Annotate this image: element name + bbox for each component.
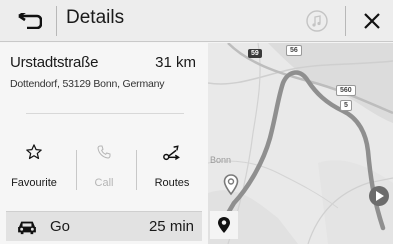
star-outline-icon — [26, 144, 42, 160]
go-label: Go — [50, 218, 71, 235]
go-button[interactable]: Go 25 min — [6, 211, 202, 241]
favourite-button[interactable]: Favourite — [0, 138, 68, 202]
destination-street: Urstadtstraße — [10, 54, 99, 71]
divider — [26, 113, 184, 114]
road-badge: 56 — [286, 45, 302, 56]
audio-source-button[interactable] — [305, 9, 329, 33]
start-location-icon — [223, 174, 239, 196]
routes-label: Routes — [154, 177, 190, 189]
header-divider — [345, 6, 346, 36]
destination-panel: Urstadtstraße 31 km Dottendorf, 53129 Bo… — [0, 43, 208, 244]
call-label: Call — [94, 177, 114, 189]
road-badge: 59 — [248, 49, 262, 58]
routes-button[interactable]: Routes — [138, 138, 206, 202]
destination-flag-icon — [369, 186, 389, 206]
music-note-icon — [306, 10, 328, 32]
page-title: Details — [66, 7, 125, 28]
destination-address: Dottendorf, 53129 Bonn, Germany — [10, 78, 165, 90]
navigation-details-screen: Details Urstadtstraße 31 km Dottendorf, … — [0, 0, 393, 244]
header-divider — [56, 6, 57, 36]
location-pin-icon — [218, 217, 230, 233]
back-arrow-icon — [18, 13, 42, 29]
routes-icon — [163, 145, 180, 161]
close-button[interactable] — [356, 6, 388, 36]
car-icon — [18, 221, 36, 234]
phone-icon — [97, 145, 111, 159]
travel-time: 25 min — [148, 218, 194, 235]
favourite-label: Favourite — [11, 177, 57, 189]
road-badge: 5 — [340, 100, 352, 111]
action-divider — [136, 150, 137, 190]
call-button[interactable]: Call — [70, 138, 138, 202]
destination-distance: 31 km — [155, 54, 196, 71]
back-button[interactable] — [10, 5, 50, 37]
show-location-button[interactable] — [210, 211, 238, 239]
action-buttons: Favourite Call Routes — [0, 138, 208, 202]
city-label-bonn: Bonn — [210, 155, 232, 165]
road-badge: 560 — [336, 85, 356, 96]
close-icon — [364, 13, 380, 29]
header-bar: Details — [0, 0, 393, 42]
